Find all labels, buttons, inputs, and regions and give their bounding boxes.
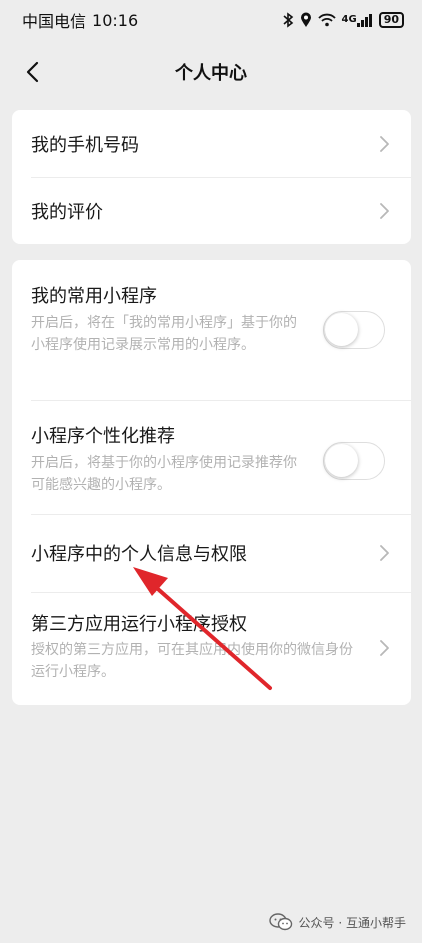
back-button[interactable] — [14, 54, 50, 90]
chevron-right-icon — [380, 203, 389, 219]
nav-bar: 个人中心 — [0, 44, 422, 100]
my-mini-programs-toggle[interactable] — [323, 311, 385, 349]
personalized-recommend-desc: 开启后，将基于你的小程序使用记录推荐你可能感兴趣的小程序。 — [31, 455, 297, 493]
bluetooth-icon — [282, 12, 294, 28]
status-left: 中国电信 10:16 — [22, 8, 138, 32]
personalized-recommend-label: 小程序个性化推荐 — [31, 426, 175, 447]
privacy-permissions-row[interactable]: 小程序中的个人信息与权限 — [12, 514, 411, 592]
phone-number-row[interactable]: 我的手机号码 — [12, 110, 411, 177]
toggle-knob — [325, 313, 358, 346]
third-party-auth-row[interactable]: 第三方应用运行小程序授权 授权的第三方应用，可在其应用内使用你的微信身份运行小程… — [12, 592, 411, 705]
chevron-right-icon — [380, 640, 389, 656]
page-title: 个人中心 — [175, 63, 247, 84]
third-party-auth-desc: 授权的第三方应用，可在其应用内使用你的微信身份运行小程序。 — [31, 642, 353, 680]
toggle-knob — [325, 444, 358, 477]
watermark-text: 公众号 · 互通小帮手 — [298, 915, 406, 930]
my-reviews-row[interactable]: 我的评价 — [12, 177, 411, 244]
account-card: 我的手机号码 我的评价 — [12, 110, 411, 244]
chevron-right-icon — [380, 545, 389, 561]
status-right: 4G 90 — [282, 12, 404, 28]
signal-icon: 4G — [342, 13, 373, 27]
my-mini-programs-label: 我的常用小程序 — [31, 286, 157, 307]
my-mini-programs-row: 我的常用小程序 开启后，将在「我的常用小程序」基于你的小程序使用记录展示常用的小… — [12, 260, 411, 400]
personalized-recommend-row: 小程序个性化推荐 开启后，将基于你的小程序使用记录推荐你可能感兴趣的小程序。 — [12, 400, 411, 514]
chevron-right-icon — [380, 136, 389, 152]
chevron-left-icon — [26, 61, 39, 83]
personalized-recommend-toggle[interactable] — [323, 442, 385, 480]
my-mini-programs-desc: 开启后，将在「我的常用小程序」基于你的小程序使用记录展示常用的小程序。 — [31, 315, 297, 353]
my-reviews-label: 我的评价 — [31, 202, 103, 223]
carrier-label: 中国电信 — [22, 12, 87, 31]
mini-program-card: 我的常用小程序 开启后，将在「我的常用小程序」基于你的小程序使用记录展示常用的小… — [12, 260, 411, 705]
third-party-auth-label: 第三方应用运行小程序授权 — [31, 614, 247, 635]
location-icon — [300, 12, 312, 28]
watermark: 公众号 · 互通小帮手 — [268, 913, 406, 931]
network-label: 4G — [341, 14, 357, 25]
privacy-permissions-label: 小程序中的个人信息与权限 — [31, 544, 247, 565]
wechat-logo-icon — [268, 913, 292, 931]
wifi-icon — [317, 13, 336, 27]
battery-indicator: 90 — [378, 12, 404, 28]
status-time: 10:16 — [92, 10, 139, 30]
phone-number-label: 我的手机号码 — [31, 135, 139, 156]
status-bar: 中国电信 10:16 4G 90 — [0, 0, 422, 40]
